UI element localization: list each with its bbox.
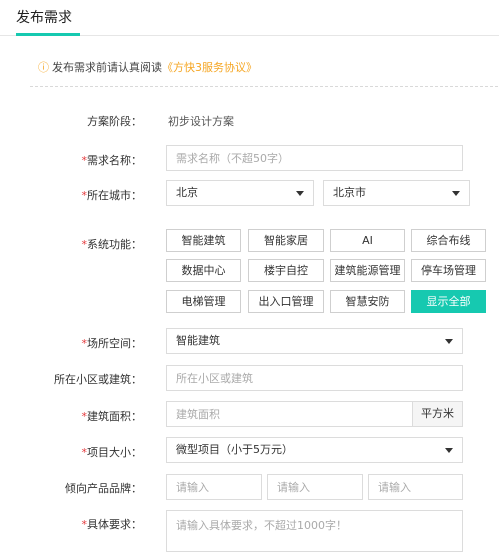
page-title: 发布需求 [16, 10, 72, 26]
brand-input-1[interactable] [166, 474, 262, 500]
service-agreement-link[interactable]: 《方快3服务协议》 [162, 61, 257, 74]
title-underline [16, 33, 80, 36]
stage-label: 方案阶段： [87, 115, 142, 128]
notice-bar: ⓘ 发布需求前请认真阅读《方快3服务协议》 [38, 59, 257, 75]
building-label: 所在小区或建筑： [54, 373, 142, 386]
function-option[interactable]: 智能家居 [248, 229, 324, 252]
function-option[interactable]: 停车场管理 [411, 259, 486, 282]
chevron-down-icon [452, 191, 460, 196]
stage-value: 初步设计方案 [168, 115, 234, 128]
function-option[interactable]: 智慧安防 [330, 290, 405, 313]
size-value: 微型项目（小于5万元） [176, 443, 293, 456]
function-option[interactable]: 出入口管理 [248, 290, 324, 313]
functions-label: *系统功能： [81, 238, 143, 251]
page-header: 发布需求 [0, 0, 499, 36]
area-label: *建筑面积： [81, 410, 143, 423]
brand-input-2[interactable] [267, 474, 363, 500]
size-select[interactable]: 微型项目（小于5万元） [166, 437, 463, 463]
building-input[interactable] [166, 365, 463, 391]
province-value: 北京 [176, 186, 198, 199]
size-label: *项目大小： [81, 446, 143, 459]
notice-text: 发布需求前请认真阅读 [52, 61, 162, 74]
space-select[interactable]: 智能建筑 [166, 328, 463, 354]
city-value: 北京市 [333, 186, 366, 199]
area-unit: 平方米 [412, 401, 463, 427]
info-circle-icon: ⓘ [38, 61, 49, 74]
function-option[interactable]: 智能建筑 [166, 229, 241, 252]
brand-input-3[interactable] [368, 474, 463, 500]
divider [30, 86, 498, 87]
brand-label: 倾向产品品牌： [65, 482, 142, 495]
show-all-button[interactable]: 显示全部 [411, 290, 486, 313]
chevron-down-icon [445, 448, 453, 453]
chevron-down-icon [445, 339, 453, 344]
city-select[interactable]: 北京市 [323, 180, 470, 206]
function-option[interactable]: AI [330, 229, 405, 252]
function-option[interactable]: 建筑能源管理 [330, 259, 405, 282]
space-value: 智能建筑 [176, 334, 220, 347]
province-select[interactable]: 北京 [166, 180, 314, 206]
name-input[interactable] [166, 145, 463, 171]
name-label: *需求名称： [81, 154, 143, 167]
city-label: *所在城市： [81, 189, 143, 202]
function-option[interactable]: 楼宇自控 [248, 259, 324, 282]
area-input[interactable] [166, 401, 413, 427]
chevron-down-icon [296, 191, 304, 196]
function-option[interactable]: 电梯管理 [166, 290, 241, 313]
function-option[interactable]: 综合布线 [411, 229, 486, 252]
requirement-label: *具体要求： [81, 518, 143, 531]
function-option[interactable]: 数据中心 [166, 259, 241, 282]
requirement-textarea[interactable] [166, 510, 463, 552]
space-label: *场所空间： [81, 337, 143, 350]
